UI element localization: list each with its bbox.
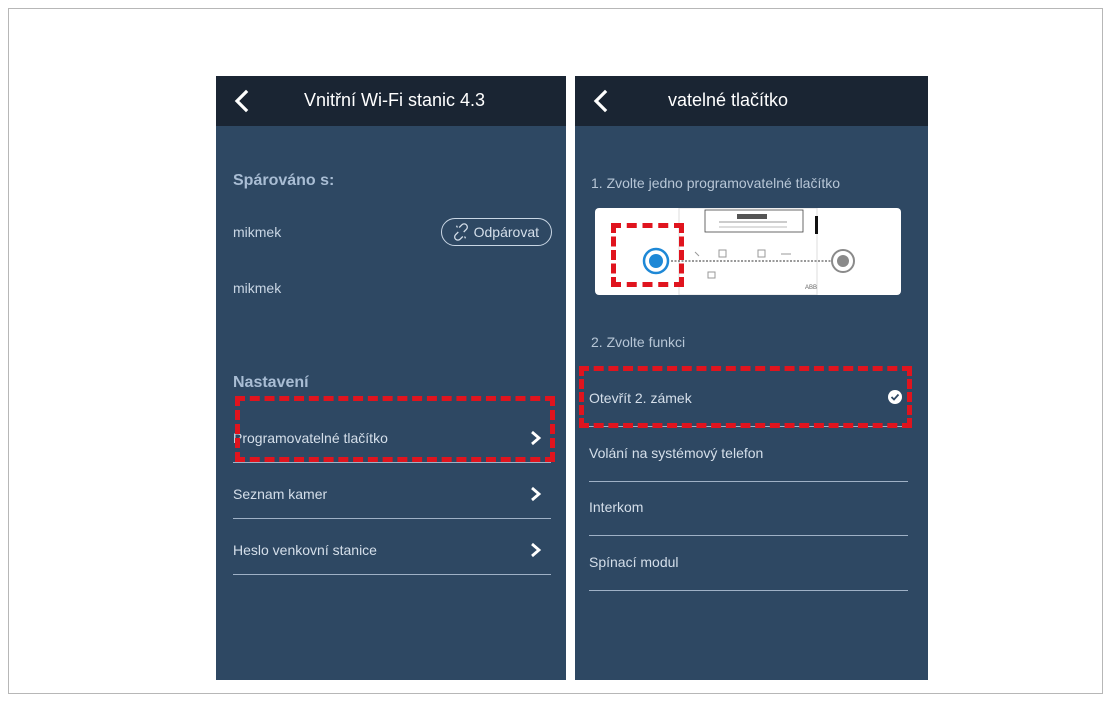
device-brand: ABB xyxy=(805,285,817,291)
settings-item-outdoor-password[interactable]: Heslo venkovní stanice xyxy=(233,528,551,575)
unpair-button[interactable]: Odpárovat xyxy=(440,218,552,246)
function-label: Volání na systémový telefon xyxy=(589,445,764,461)
function-option-intercom[interactable]: Interkom xyxy=(589,480,908,536)
back-chevron-icon[interactable] xyxy=(230,89,254,113)
chevron-right-icon xyxy=(531,486,542,502)
screen-title: vatelné tlačítko xyxy=(668,90,789,110)
settings-screen: 4.3 Vnitřní Wi-Fi stanic Spárováno s: mi… xyxy=(216,76,566,680)
unpair-label: Odpárovat xyxy=(473,224,539,240)
highlight-button-selector xyxy=(611,223,684,287)
paired-device-name: mikmek xyxy=(233,280,282,296)
paired-device-name: mikmek xyxy=(233,224,282,240)
header-bar: 4.3 Vnitřní Wi-Fi stanic xyxy=(216,76,566,126)
settings-heading: Nastavení xyxy=(233,374,309,391)
function-option-system-phone[interactable]: Volání na systémový telefon xyxy=(589,426,908,482)
step-1-label: 1. Zvolte jedno programovatelné tlačítko xyxy=(591,175,841,191)
function-option-switch-module[interactable]: Spínací modul xyxy=(589,535,908,591)
settings-item-label: Seznam kamer xyxy=(233,486,328,502)
highlight-programmable-button-row xyxy=(235,396,555,462)
step-2-label: 2. Zvolte funkci xyxy=(591,334,686,350)
header-bar: vatelné tlačítko xyxy=(575,76,928,126)
paired-heading: Spárováno s: xyxy=(233,172,335,189)
highlight-open-lock-option xyxy=(579,366,912,428)
back-chevron-icon[interactable] xyxy=(589,89,613,113)
settings-item-camera-list[interactable]: Seznam kamer xyxy=(233,472,551,519)
unlink-icon xyxy=(453,223,468,241)
function-label: Interkom xyxy=(589,499,644,515)
chevron-right-icon xyxy=(531,542,542,558)
settings-item-label: Heslo venkovní stanice xyxy=(233,542,377,558)
screen-title: 4.3 Vnitřní Wi-Fi stanic xyxy=(304,90,486,110)
function-label: Spínací modul xyxy=(589,554,679,570)
